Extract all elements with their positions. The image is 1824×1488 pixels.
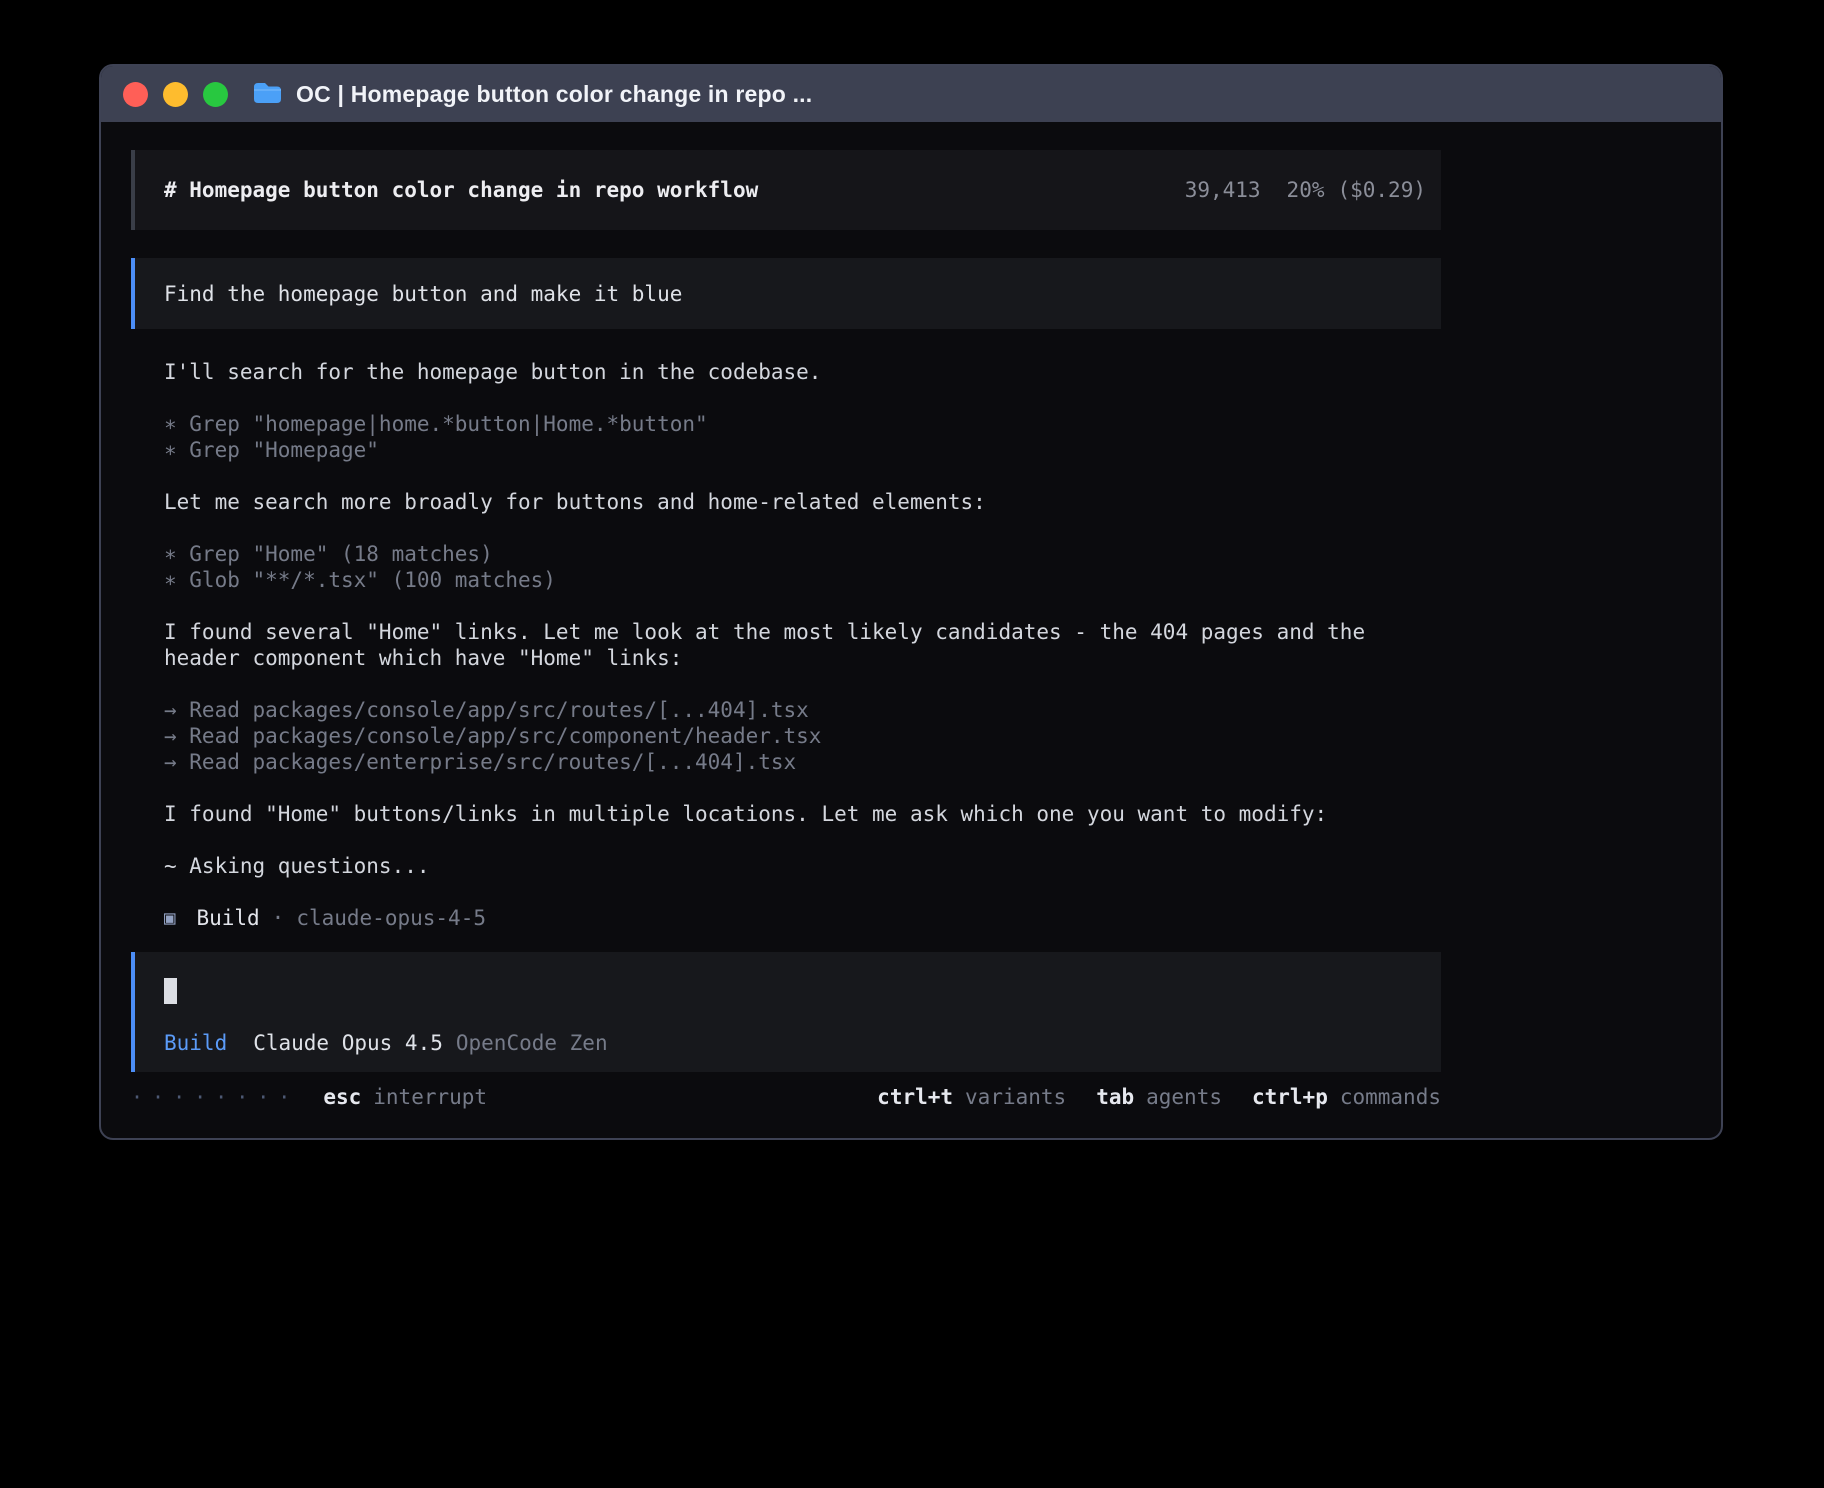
session-title: # Homepage button color change in repo w…	[164, 178, 758, 202]
agent-status-line: ▣ Build · claude-opus-4-5	[164, 905, 1441, 931]
shortcut-label: variants	[965, 1084, 1066, 1110]
tool-call-line: ∗ Glob "**/*.tsx" (100 matches)	[164, 567, 1441, 593]
chat-line: I found "Home" buttons/links in multiple…	[164, 801, 1441, 827]
shortcut-commands: ctrl+p commands	[1252, 1084, 1441, 1110]
user-message-text: Find the homepage button and make it blu…	[164, 282, 682, 306]
tool-call-line: ∗ Grep "Home" (18 matches)	[164, 541, 1441, 567]
shortcut-label: commands	[1340, 1084, 1441, 1110]
shortcut-key: ctrl+t	[877, 1084, 953, 1110]
spinner-dots: ········	[131, 1084, 299, 1110]
input-cursor	[164, 978, 177, 1004]
esc-key: esc	[323, 1084, 361, 1110]
window-title: OC | Homepage button color change in rep…	[296, 81, 812, 108]
session-cost: ($0.29)	[1337, 178, 1426, 202]
input-meta: Build Claude Opus 4.5 OpenCode Zen	[164, 1030, 1412, 1056]
tool-call-line: → Read packages/console/app/src/componen…	[164, 723, 1441, 749]
status-bar-right: ctrl+t variants tab agents ctrl+p comman…	[847, 1084, 1441, 1110]
prompt-input[interactable]: Build Claude Opus 4.5 OpenCode Zen	[131, 952, 1441, 1072]
shortcut-key: tab	[1096, 1084, 1134, 1110]
shortcut-agents: tab agents	[1096, 1084, 1222, 1110]
zoom-button[interactable]	[203, 82, 228, 107]
conversation: I'll search for the homepage button in t…	[131, 359, 1441, 931]
shortcut-label: agents	[1146, 1084, 1222, 1110]
agent-name: Build	[196, 905, 259, 931]
token-count: 39,413	[1185, 178, 1261, 202]
agent-working-status: ~ Asking questions...	[164, 853, 1441, 879]
title-group: OC | Homepage button color change in rep…	[252, 80, 812, 109]
user-message: Find the homepage button and make it blu…	[131, 258, 1441, 329]
model-label: Claude Opus 4.5	[253, 1030, 443, 1056]
context-percent: 20%	[1287, 178, 1325, 202]
esc-label: interrupt	[373, 1084, 487, 1110]
close-button[interactable]	[123, 82, 148, 107]
minimize-button[interactable]	[163, 82, 188, 107]
terminal-content: # Homepage button color change in repo w…	[101, 122, 1441, 1110]
session-header: # Homepage button color change in repo w…	[131, 150, 1441, 230]
tool-call-line: ∗ Grep "Homepage"	[164, 437, 1441, 463]
tool-call-line: → Read packages/enterprise/src/routes/[.…	[164, 749, 1441, 775]
tool-call-line: → Read packages/console/app/src/routes/[…	[164, 697, 1441, 723]
shortcut-variants: ctrl+t variants	[877, 1084, 1066, 1110]
chat-line: I found several "Home" links. Let me loo…	[164, 619, 1441, 671]
chat-line: Let me search more broadly for buttons a…	[164, 489, 1441, 515]
chat-line: I'll search for the homepage button in t…	[164, 359, 1441, 385]
provider-label: OpenCode Zen	[456, 1030, 608, 1056]
status-bar-left: ········ esc interrupt	[131, 1084, 487, 1110]
folder-icon	[252, 80, 283, 109]
agent-model-id: claude-opus-4-5	[296, 905, 486, 931]
mode-label: Build	[164, 1030, 227, 1056]
agent-icon: ▣	[164, 905, 175, 931]
title-bar: OC | Homepage button color change in rep…	[101, 66, 1721, 122]
terminal-window: OC | Homepage button color change in rep…	[99, 64, 1723, 1140]
status-bar: ········ esc interrupt ctrl+t variants t…	[131, 1084, 1441, 1110]
tool-call-line: ∗ Grep "homepage|home.*button|Home.*butt…	[164, 411, 1441, 437]
traffic-lights	[123, 82, 228, 107]
agent-separator: ·	[272, 905, 285, 931]
session-stats: 39,413 20% ($0.29)	[1185, 178, 1426, 202]
shortcut-key: ctrl+p	[1252, 1084, 1328, 1110]
